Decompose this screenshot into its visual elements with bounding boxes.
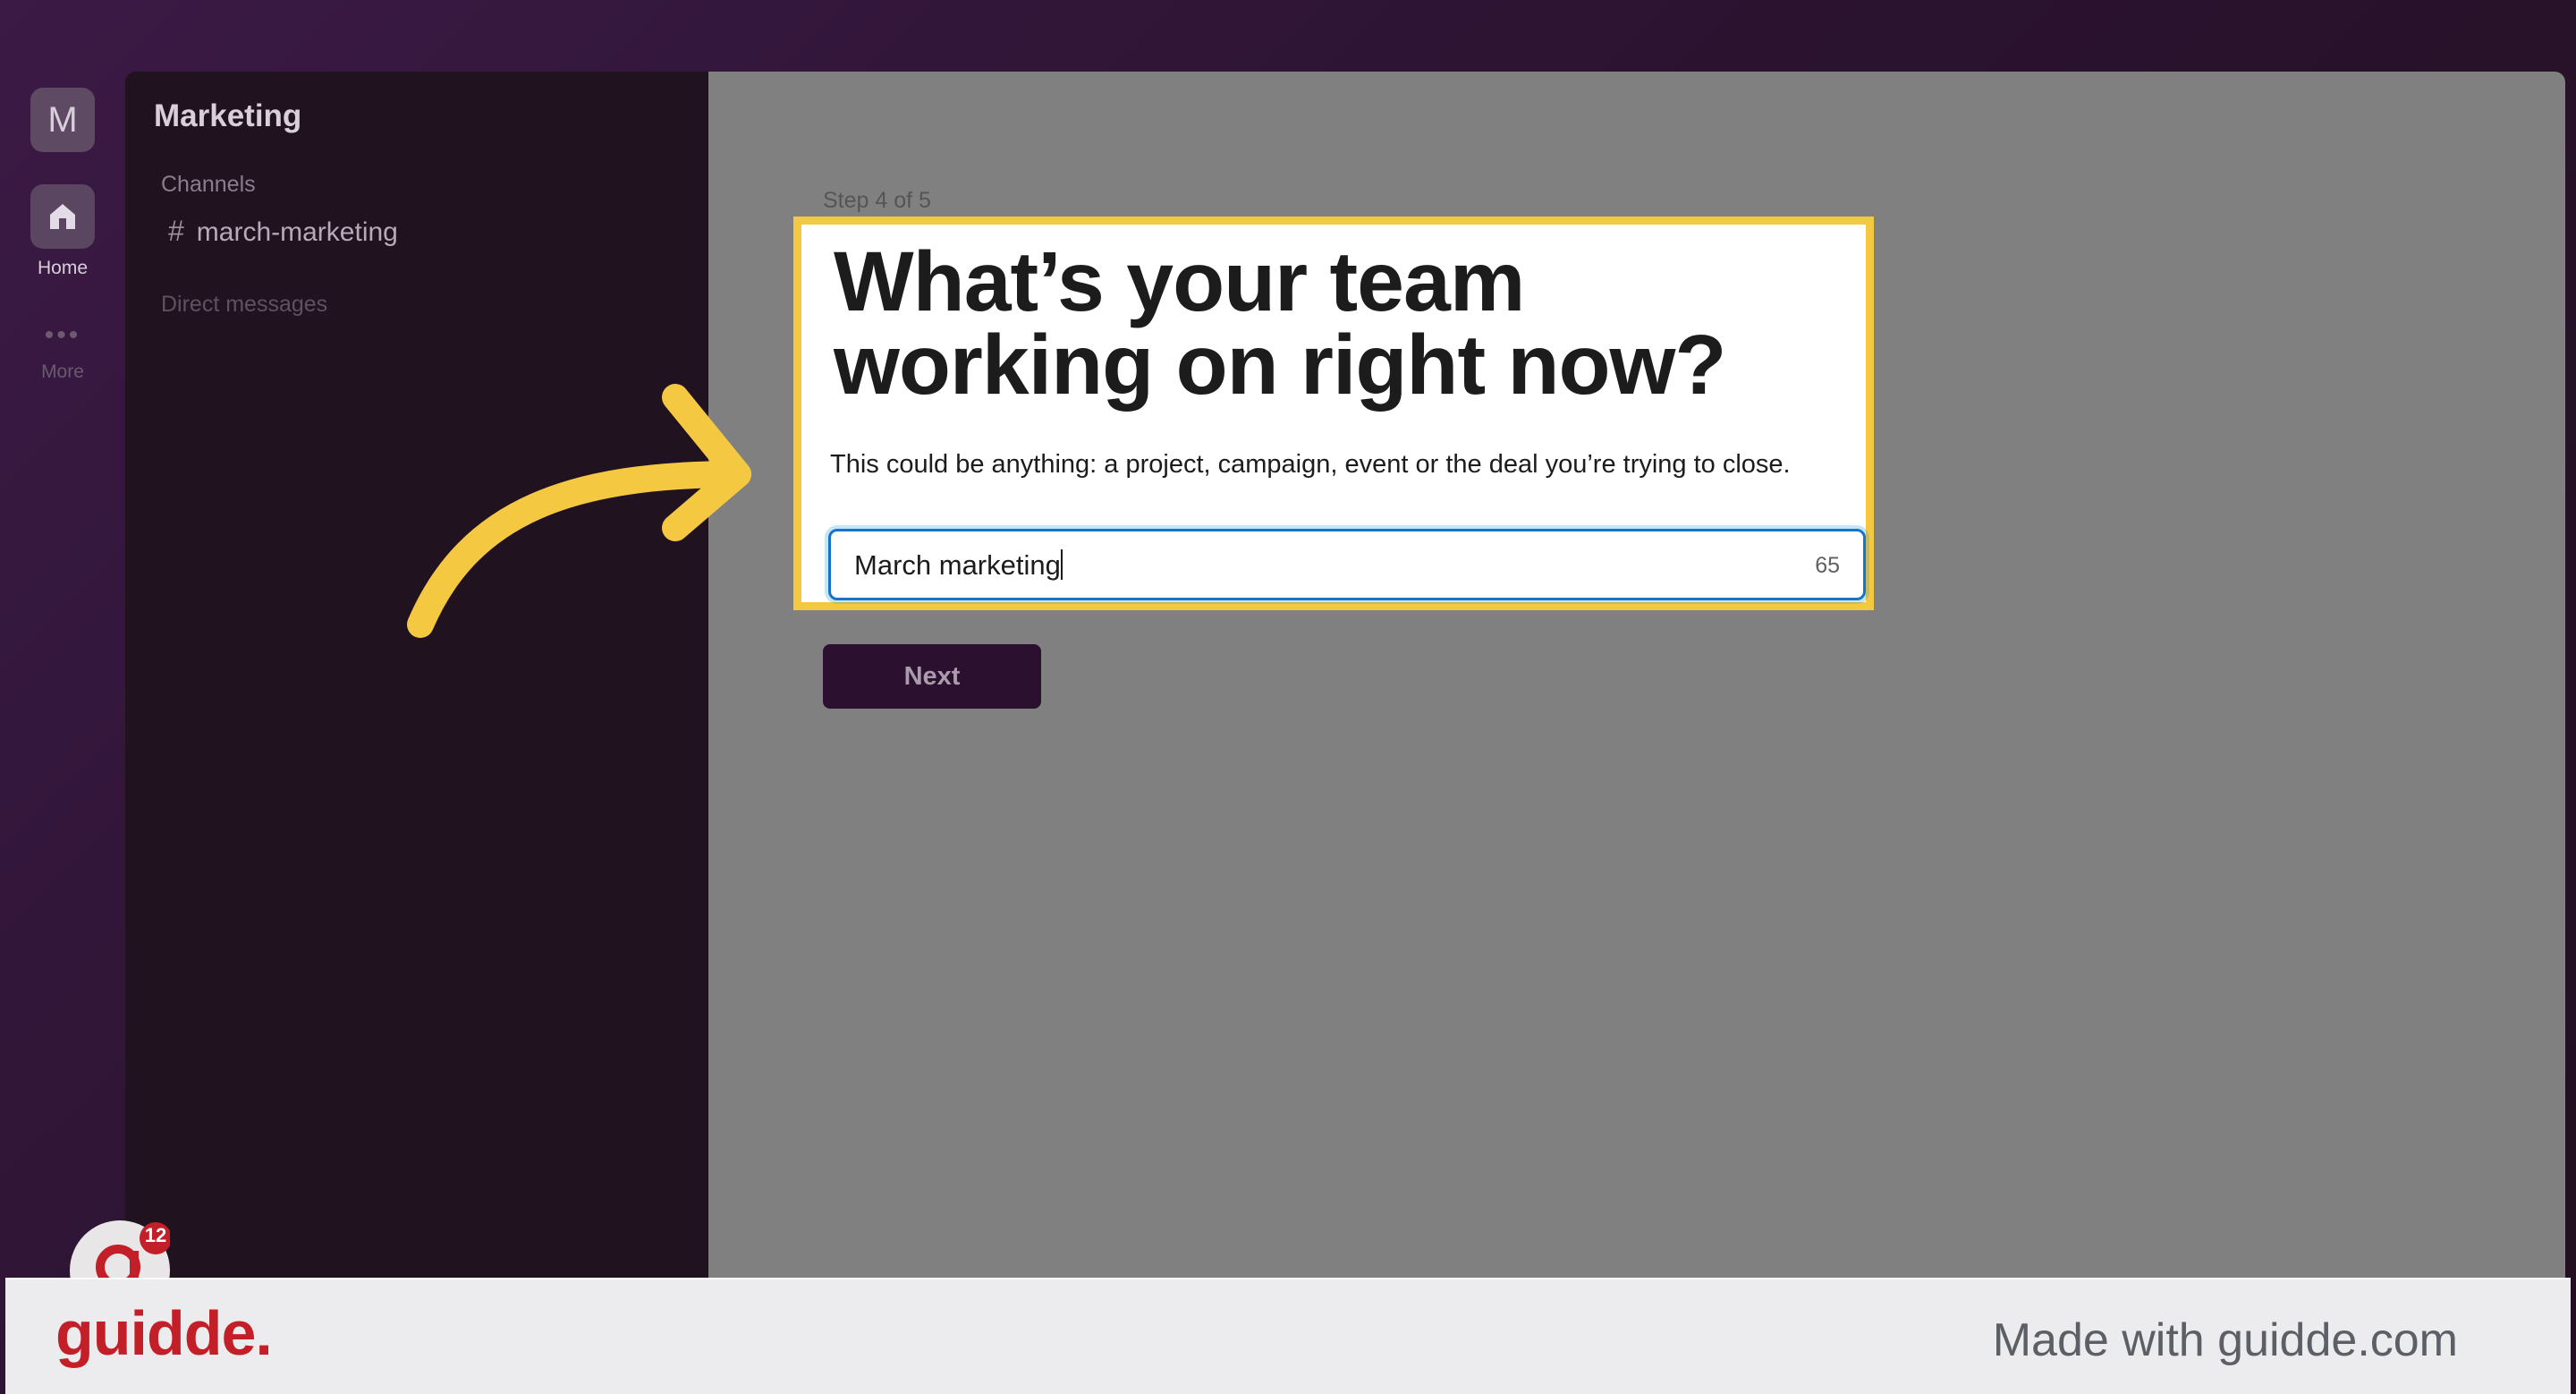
rail-more-button[interactable]: ••• More: [0, 322, 125, 383]
highlight-box: What’s your team working on right now? T…: [793, 217, 1874, 610]
channels-section-label[interactable]: Channels: [161, 172, 256, 198]
channel-name: march-marketing: [196, 217, 398, 247]
rail-home-button[interactable]: Home: [0, 184, 125, 279]
curved-arrow-icon: [407, 384, 751, 638]
next-button[interactable]: Next: [823, 644, 1041, 709]
more-label: More: [41, 361, 84, 382]
input-value: March marketing: [854, 549, 1063, 581]
page-title: What’s your team working on right now?: [834, 234, 1726, 412]
hash-icon: #: [168, 215, 184, 247]
text-caret: [1060, 549, 1063, 580]
step-indicator: Step 4 of 5: [823, 188, 931, 213]
sidebar-item-march-marketing[interactable]: # march-marketing: [168, 215, 398, 248]
direct-messages-section-label[interactable]: Direct messages: [161, 292, 327, 318]
workspace-avatar[interactable]: M: [30, 88, 95, 152]
ellipsis-icon: •••: [44, 320, 81, 350]
workspace-rail: M Home ••• More: [0, 72, 125, 1279]
guidde-logo[interactable]: guidde.: [55, 1297, 273, 1369]
notification-badge: 12: [144, 1224, 167, 1246]
team-project-input[interactable]: March marketing 65: [828, 529, 1866, 600]
description-text: This could be anything: a project, campa…: [830, 450, 1791, 479]
workspace-name[interactable]: Marketing: [154, 98, 301, 134]
home-icon: [30, 184, 95, 249]
home-label: Home: [37, 258, 89, 278]
onboarding-panel: Step 4 of 5 What’s your team working on …: [708, 72, 2565, 1279]
footer-bar: guidde. Made with guidde.com: [5, 1279, 2571, 1394]
made-with-text[interactable]: Made with guidde.com: [1993, 1313, 2458, 1367]
channel-sidebar: Marketing Channels # march-marketing Dire…: [125, 72, 708, 1279]
character-counter: 65: [1815, 553, 1840, 578]
